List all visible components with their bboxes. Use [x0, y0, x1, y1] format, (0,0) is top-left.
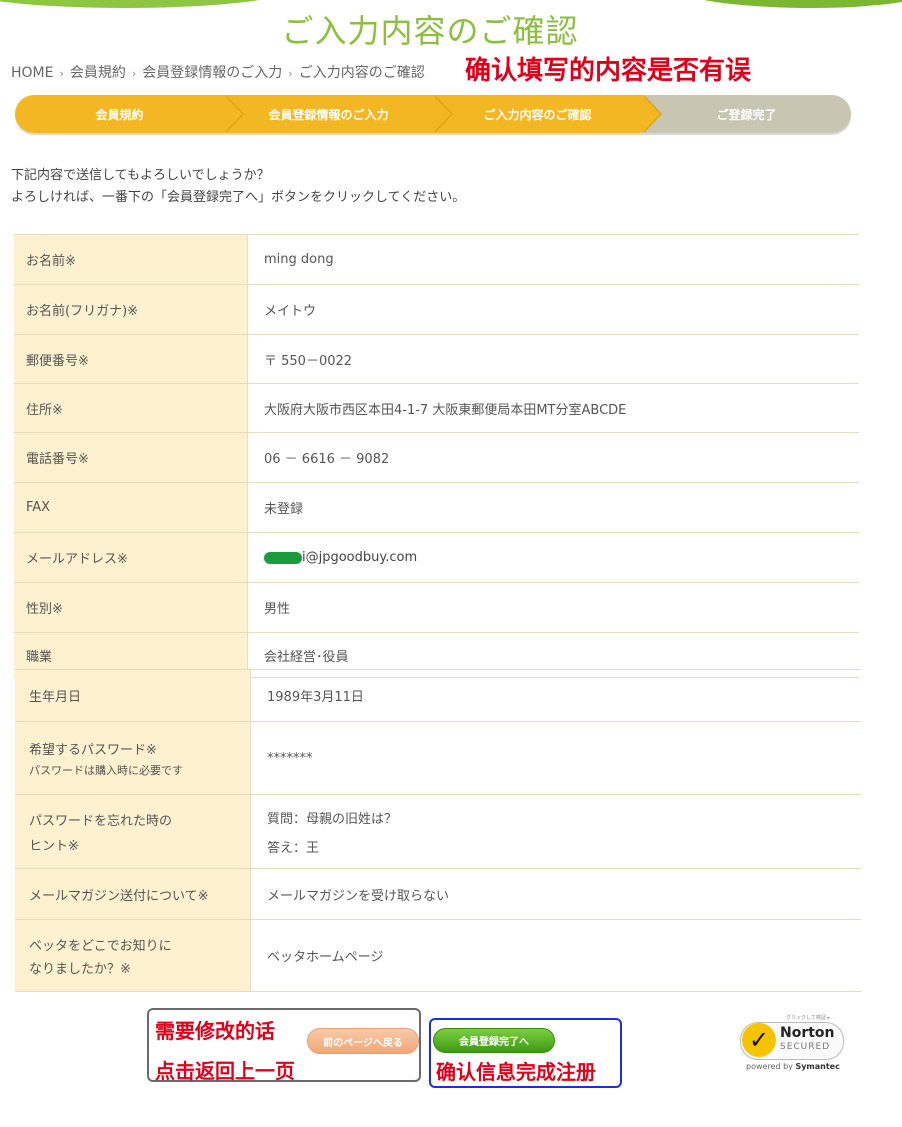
hint-answer: 答え：王	[267, 840, 320, 856]
field-value: 質問：母親の旧姓は？ 答え：王	[251, 795, 861, 868]
hint-question: 質問：母親の旧姓は？	[267, 811, 398, 827]
password-label: 希望するパスワード※	[29, 742, 157, 758]
field-label: ベッタをどこでお知りに なりましたか？※	[15, 920, 251, 991]
field-value: ming dong	[264, 252, 334, 267]
annotation-confirm: 确认信息完成注册	[436, 1060, 596, 1084]
field-label: 生年月日	[15, 670, 251, 721]
back-button[interactable]: 前のページへ戻る	[307, 1028, 419, 1054]
field-value: 〒 550－0022	[264, 353, 353, 369]
confirmation-table: お名前※ ming dong お名前(フリガナ)※ メイトウ 郵便番号※ 〒 5…	[14, 234, 859, 678]
field-value: 1989年3月11日	[267, 690, 364, 705]
field-value: *******	[267, 750, 313, 766]
row-fax: FAX 未登録	[14, 483, 859, 533]
row-password: 希望するパスワード※ パスワードは購入時に必要です *******	[15, 722, 861, 795]
field-value: i@jpgoodbuy.com	[248, 533, 859, 582]
step-terms: 会員規約	[15, 95, 244, 133]
field-label: 郵便番号※	[14, 335, 248, 383]
field-value: ベッタホームページ	[267, 950, 384, 965]
confirmation-table-2: 生年月日 1989年3月11日 希望するパスワード※ パスワードは購入時に必要で…	[15, 669, 861, 992]
breadcrumb: HOME › 会員規約 › 会員登録情報のご入力 › ご入力内容のご確認	[11, 62, 425, 82]
field-label: FAX	[14, 483, 248, 532]
step-arrow	[642, 95, 660, 133]
norton-brand: Norton	[780, 1025, 835, 1041]
step-arrow	[433, 95, 451, 133]
field-value: 大阪府大阪市西区本田4-1-7 大阪東郵便局本田MT分室ABCDE	[264, 402, 627, 418]
breadcrumb-separator: ›	[288, 67, 293, 80]
row-name: お名前※ ming dong	[14, 235, 859, 285]
norton-powered-by: powered by Symantec	[746, 1062, 840, 1071]
norton-verify-text: クリックして検証 ▸	[786, 1015, 830, 1021]
field-value: メールマガジンを受け取らない	[267, 888, 450, 904]
breadcrumb-input[interactable]: 会員登録情報のご入力	[142, 65, 282, 81]
breadcrumb-terms[interactable]: 会員規約	[70, 65, 126, 81]
field-label: メールアドレス※	[14, 533, 248, 582]
step-label: 会員登録情報のご入力	[268, 107, 389, 122]
field-label: お名前(フリガナ)※	[14, 285, 248, 334]
source-label-line2: なりましたか？※	[29, 961, 131, 977]
page-title: ご入力内容のご確認	[281, 12, 579, 50]
powered-brand: Symantec	[795, 1062, 840, 1071]
finish-registration-button[interactable]: 会員登録完了へ	[433, 1028, 555, 1053]
step-label: ご登録完了	[716, 107, 777, 122]
step-input: 会員登録情報のご入力	[224, 95, 453, 133]
email-value: i@jpgoodbuy.com	[302, 550, 418, 565]
powered-prefix: powered by	[746, 1062, 793, 1071]
field-label: 住所※	[14, 384, 248, 432]
hint-label-line1: パスワードを忘れた時の	[29, 813, 173, 829]
field-label: 電話番号※	[14, 433, 248, 482]
field-label: お名前※	[14, 235, 248, 284]
annotation-modify: 需要修改的话	[155, 1019, 275, 1043]
intro-text: 下記内容で送信してもよろしいでしょうか？ よろしければ、一番下の「会員登録完了へ…	[11, 165, 465, 209]
field-label: メールマガジン送付について※	[15, 869, 251, 919]
field-value: 未登録	[264, 502, 304, 517]
breadcrumb-home[interactable]: HOME	[11, 65, 53, 81]
check-icon: ✓	[742, 1023, 776, 1057]
row-zip: 郵便番号※ 〒 550－0022	[14, 335, 859, 384]
row-hint: パスワードを忘れた時の ヒント※ 質問：母親の旧姓は？ 答え：王	[15, 795, 861, 869]
annotation-go-back: 点击返回上一页	[155, 1059, 295, 1083]
field-label: 希望するパスワード※ パスワードは購入時に必要です	[15, 722, 251, 794]
row-gender: 性別※ 男性	[14, 583, 859, 633]
row-email: メールアドレス※ i@jpgoodbuy.com	[14, 533, 859, 583]
annotation-check-content: 确认填写的内容是否有误	[465, 56, 752, 86]
step-progress-bar: 会員規約 会員登録情報のご入力 ご入力内容のご確認 ご登録完了	[15, 95, 851, 133]
row-magazine: メールマガジン送付について※ メールマガジンを受け取らない	[15, 869, 861, 920]
field-value: メイトウ	[264, 304, 317, 319]
step-label: 会員規約	[95, 107, 144, 122]
norton-secured: SECURED	[780, 1042, 831, 1052]
password-sublabel: パスワードは購入時に必要です	[29, 763, 183, 777]
step-arrow	[224, 95, 242, 133]
field-label: パスワードを忘れた時の ヒント※	[15, 795, 251, 868]
step-complete: ご登録完了	[642, 95, 851, 133]
step-confirm: ご入力内容のご確認	[433, 95, 662, 133]
hint-label-line2: ヒント※	[29, 838, 79, 854]
norton-secured-badge[interactable]: クリックして検証 ▸ ✓ Norton SECURED powered by S…	[740, 1012, 848, 1074]
breadcrumb-separator: ›	[131, 67, 137, 80]
source-label-line1: ベッタをどこでお知りに	[29, 938, 172, 954]
row-kana: お名前(フリガナ)※ メイトウ	[14, 285, 859, 335]
breadcrumb-current: ご入力内容のご確認	[298, 65, 425, 81]
row-phone: 電話番号※ 06 － 6616 － 9082	[14, 433, 859, 483]
redaction-mark	[264, 551, 302, 564]
field-value: 06 － 6616 － 9082	[264, 452, 390, 467]
field-label: 性別※	[14, 583, 248, 632]
row-source: ベッタをどこでお知りに なりましたか？※ ベッタホームページ	[15, 920, 861, 992]
field-value: 男性	[264, 602, 291, 617]
intro-line: よろしければ、一番下の「会員登録完了へ」ボタンをクリックしてください。	[11, 190, 466, 205]
step-label: ご入力内容のご確認	[483, 107, 592, 122]
row-address: 住所※ 大阪府大阪市西区本田4-1-7 大阪東郵便局本田MT分室ABCDE	[14, 384, 859, 433]
breadcrumb-separator: ›	[59, 67, 64, 80]
intro-line: 下記内容で送信してもよろしいでしょうか？	[11, 168, 270, 183]
row-birthday: 生年月日 1989年3月11日	[15, 670, 861, 722]
